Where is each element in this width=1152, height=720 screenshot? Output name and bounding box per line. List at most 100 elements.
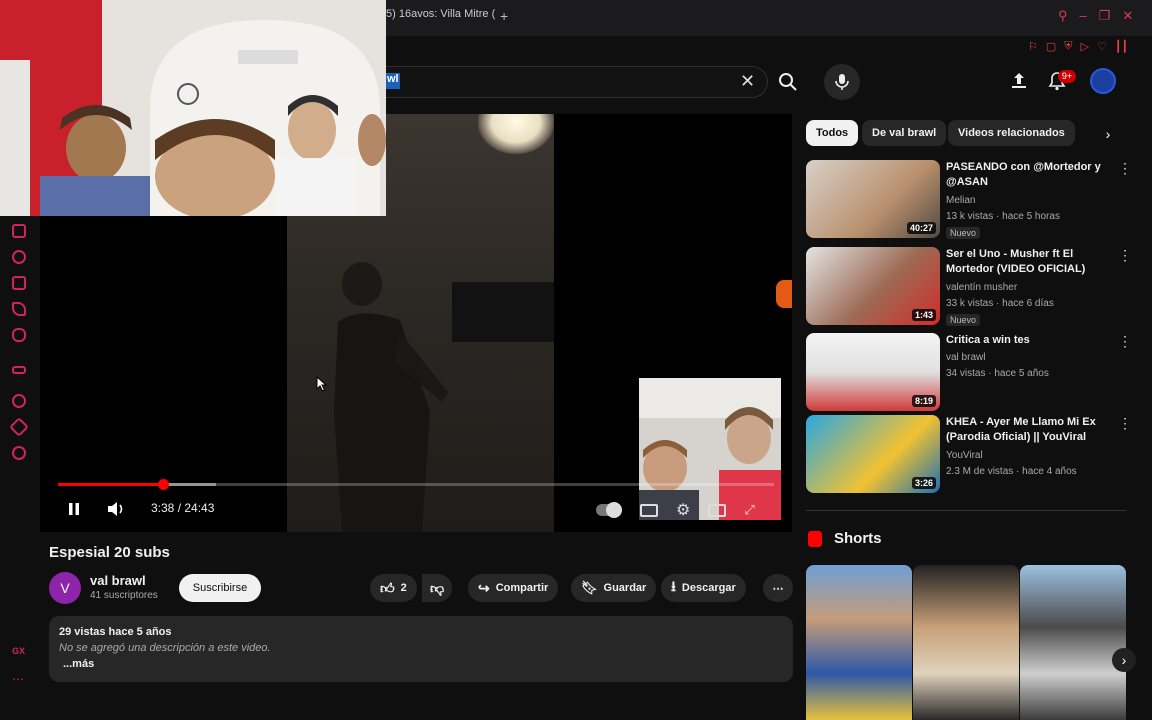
account-avatar[interactable] (1090, 68, 1116, 94)
rec-meta: 13 k vistas · hace 5 horas (946, 211, 1060, 222)
progress-played (58, 483, 163, 486)
settings-icon[interactable] (12, 446, 26, 460)
notification-badge: 9+ (1058, 70, 1076, 83)
description-text: No se agregó una descripción a este vide… (59, 642, 271, 654)
sidebar-icon[interactable]: ┃┃ (1115, 40, 1128, 53)
search-tabs-icon[interactable]: ⚲ (1058, 8, 1068, 26)
kebab-menu-icon[interactable]: ⋮ (1118, 160, 1132, 176)
rec-channel[interactable]: YouViral (946, 450, 983, 461)
video-thumbnail[interactable]: 1:43 (806, 247, 940, 325)
video-thumbnail[interactable]: 3:26 (806, 415, 940, 493)
rec-title[interactable]: PASEANDO con @Mortedor y @ASAN (946, 160, 1106, 190)
heart-icon[interactable]: ♡ (1097, 40, 1107, 53)
rec-meta: 33 k vistas · hace 6 días (946, 298, 1054, 309)
maximize-icon[interactable]: ❐ (1099, 8, 1111, 26)
share-button[interactable]: ↪ Compartir (468, 574, 559, 602)
short-thumbnail[interactable] (1020, 565, 1126, 720)
recommendation-item[interactable]: 40:27 PASEANDO con @Mortedor y @ASAN Mel… (806, 160, 1132, 240)
rec-meta: 34 vistas · hace 5 años (946, 368, 1049, 379)
shorts-icon (808, 531, 822, 547)
scrubber-handle[interactable] (158, 479, 169, 490)
close-window-icon[interactable]: ✕ (1122, 8, 1133, 26)
download-button[interactable]: ⭳ Descargar (661, 574, 746, 602)
share-icon: ↪ (478, 579, 490, 596)
rec-channel[interactable]: valentín musher (946, 282, 1017, 293)
shorts-heading: Shorts (834, 530, 882, 547)
shield-icon[interactable]: ⛨ (1064, 40, 1072, 53)
minimize-icon[interactable]: – (1080, 8, 1087, 26)
bookmark-icon: 🔖︎ (581, 580, 598, 595)
streamer-webcam (0, 0, 386, 216)
short-thumbnail[interactable] (806, 565, 912, 720)
like-button[interactable]: 👍︎ 2 (370, 574, 417, 602)
pause-button[interactable] (66, 501, 82, 517)
ceiling-lamp (478, 114, 554, 154)
description-more-link[interactable]: ...más (63, 658, 783, 670)
browser-tab[interactable]: 5) 16avos: Villa Mitre (B (386, 8, 496, 28)
rec-title[interactable]: KHEA - Ayer Me Llamo Mi Ex (Parodia Ofic… (946, 415, 1106, 445)
dislike-button[interactable]: 👎︎ (422, 574, 453, 602)
channel-name[interactable]: val brawl (90, 573, 180, 589)
voice-search-button[interactable] (824, 64, 860, 100)
rec-meta: 2.3 M de vistas · hace 4 años (946, 466, 1077, 477)
play-icon[interactable]: ▷ (1081, 40, 1089, 53)
fullscreen-icon[interactable]: ⤢ (744, 502, 754, 518)
twitch-icon[interactable] (12, 224, 26, 238)
description-box[interactable]: 29 vistas hace 5 años No se agregó una d… (49, 616, 793, 682)
rec-title[interactable]: Critica a win tes (946, 333, 1106, 348)
rec-channel[interactable]: val brawl (946, 352, 985, 363)
history-icon[interactable] (12, 394, 26, 408)
recommendation-item[interactable]: 8:19 Critica a win tes val brawl 34 vist… (806, 333, 1132, 413)
settings-gear-icon[interactable]: ⚙ (676, 500, 690, 520)
duration-badge: 3:26 (911, 477, 936, 489)
pin-icon[interactable]: ⚐ (1028, 40, 1038, 53)
recommendation-item[interactable]: 3:26 KHEA - Ayer Me Llamo Mi Ex (Parodia… (806, 415, 1132, 495)
rec-title[interactable]: Ser el Uno - Musher ft El Mortedor (VIDE… (946, 247, 1106, 277)
volume-button[interactable] (106, 500, 126, 518)
rec-channel[interactable]: Melian (946, 195, 975, 206)
upload-button[interactable] (1008, 70, 1030, 92)
more-icon[interactable]: ⋯ (12, 672, 26, 686)
time-display: 3:38 / 24:43 (151, 501, 215, 515)
new-tab-button[interactable]: + (500, 8, 514, 26)
snapshot-icon[interactable]: ▢ (1046, 40, 1056, 53)
duration-badge: 8:19 (911, 395, 936, 407)
gx-icon[interactable]: GX (12, 646, 26, 660)
video-thumbnail[interactable]: 40:27 (806, 160, 940, 238)
player-right-controls: ⚙ ⤢ (596, 500, 786, 520)
whatsapp-icon[interactable] (12, 250, 26, 264)
miniplayer-icon[interactable] (708, 503, 727, 517)
chevron-right-icon[interactable]: › (1096, 122, 1120, 146)
extensions-icon[interactable] (9, 417, 29, 437)
subscribe-button[interactable]: Suscribirse (179, 574, 261, 602)
microphone-icon (835, 74, 849, 90)
channel-avatar[interactable]: V (49, 572, 81, 604)
chip-related[interactable]: Videos relacionados (948, 120, 1075, 146)
captions-icon[interactable] (640, 503, 658, 517)
chip-from-channel[interactable]: De val brawl (862, 120, 947, 146)
discord-icon[interactable] (12, 328, 26, 342)
autoplay-toggle[interactable] (596, 502, 622, 518)
save-button[interactable]: 🔖︎ Guardar (571, 574, 657, 602)
search-button[interactable] (772, 66, 804, 98)
chip-all[interactable]: Todos (806, 120, 859, 146)
volume-icon (108, 502, 123, 516)
clear-search-icon[interactable]: ✕ (740, 72, 758, 90)
chevron-right-icon[interactable]: › (1112, 648, 1136, 672)
more-actions-button[interactable]: ⋯ (763, 574, 793, 602)
video-thumbnail[interactable]: 8:19 (806, 333, 940, 411)
recommendation-item[interactable]: 1:43 Ser el Uno - Musher ft El Mortedor … (806, 247, 1132, 327)
tiktok-icon[interactable] (12, 302, 26, 316)
search-input[interactable] (386, 66, 768, 98)
short-thumbnail[interactable] (913, 565, 1019, 720)
kebab-menu-icon[interactable]: ⋮ (1118, 333, 1132, 349)
instagram-icon[interactable] (12, 276, 26, 290)
new-badge: Nuevo (946, 314, 981, 326)
floating-extension-button[interactable] (776, 280, 792, 308)
kebab-menu-icon[interactable]: ⋮ (1118, 247, 1132, 263)
storage-icon[interactable] (12, 366, 26, 374)
save-label: Guardar (603, 582, 647, 594)
person-silhouette (334, 262, 448, 532)
kebab-menu-icon[interactable]: ⋮ (1118, 415, 1132, 431)
pause-icon (69, 503, 79, 515)
